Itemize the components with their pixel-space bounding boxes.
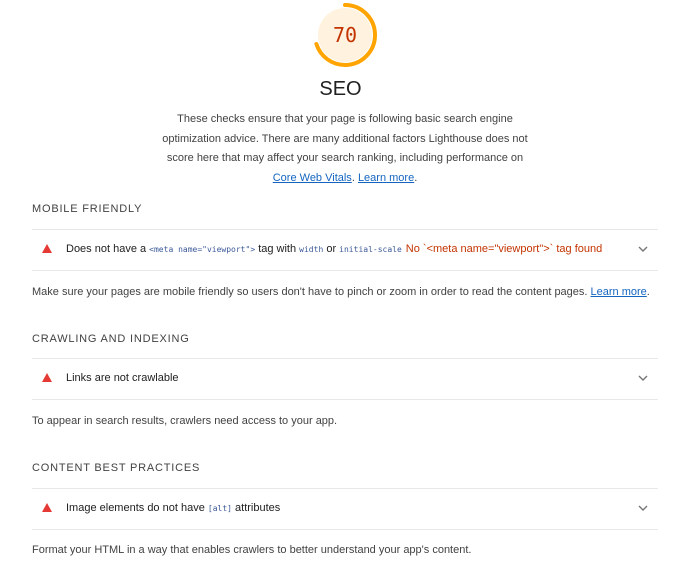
score-gauge: 70: [312, 2, 378, 68]
score-value: 70: [332, 23, 358, 47]
audit-title: Links are not crawlable: [66, 372, 179, 384]
audit-viewport[interactable]: Does not have a <meta name="viewport"> t…: [32, 229, 658, 271]
core-web-vitals-link[interactable]: Core Web Vitals: [273, 172, 352, 184]
audit-title: Image elements do not have [alt] attribu…: [66, 502, 281, 514]
learn-more-link[interactable]: Learn more: [358, 172, 414, 184]
audit-image-alt[interactable]: Image elements do not have [alt] attribu…: [32, 488, 658, 530]
group-description-content: Format your HTML in a way that enables c…: [32, 544, 472, 556]
category-title: SEO: [319, 78, 362, 100]
group-title-content: CONTENT BEST PRACTICES: [32, 462, 201, 474]
chevron-down-icon[interactable]: [636, 242, 650, 256]
learn-more-link[interactable]: Learn more: [591, 286, 647, 298]
chevron-down-icon[interactable]: [636, 371, 650, 385]
audit-crawlable-links[interactable]: Links are not crawlable: [32, 358, 658, 400]
chevron-down-icon[interactable]: [636, 501, 650, 515]
group-description-mobile: Make sure your pages are mobile friendly…: [32, 286, 650, 298]
group-description-crawling: To appear in search results, crawlers ne…: [32, 415, 338, 427]
fail-triangle-icon: [42, 373, 52, 382]
fail-triangle-icon: [42, 503, 52, 512]
group-title-crawling: CRAWLING AND INDEXING: [32, 333, 190, 345]
audit-title: Does not have a <meta name="viewport"> t…: [66, 243, 603, 255]
fail-triangle-icon: [42, 244, 52, 253]
group-title-mobile-friendly: MOBILE FRIENDLY: [32, 203, 143, 215]
audit-display-value: No `<meta name="viewport">` tag found: [405, 243, 603, 255]
category-description: These checks ensure that your page is fo…: [162, 113, 528, 184]
